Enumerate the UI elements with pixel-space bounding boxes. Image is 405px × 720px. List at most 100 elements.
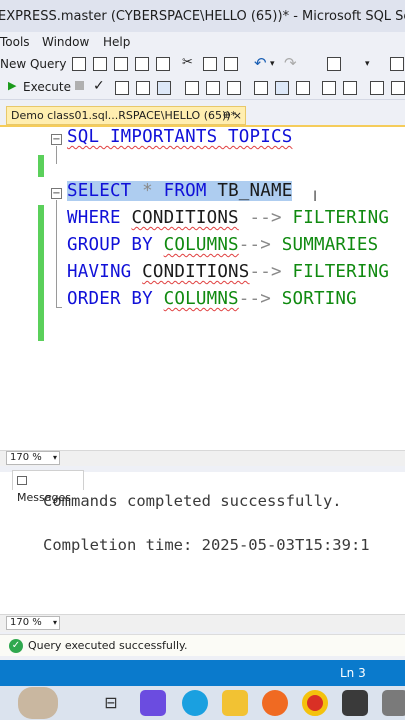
results-zoom-select[interactable]: 170 % ▾ [6,616,60,630]
arrow-text: --> [238,289,282,309]
collapse-icon[interactable]: − [51,134,62,145]
decrease-indent-icon[interactable] [370,81,384,95]
new-query-button[interactable]: New Query [0,57,66,71]
note-sorting: SORTING [281,289,357,309]
tab-messages-label: Messages [17,491,71,504]
messages-icon [17,475,27,485]
message-line-1: Commands completed successfully. [43,492,342,510]
dmx-query-icon[interactable] [114,57,128,71]
outline-line [56,200,57,308]
menu-window[interactable]: Window [42,35,89,49]
keyword-select: SELECT [67,181,132,201]
text-cursor-icon: I [313,189,318,205]
menu-help[interactable]: Help [103,35,130,49]
query-status-bar: ✓ Query executed successfully. [0,634,405,656]
chrome-icon[interactable] [302,690,328,716]
ssms-app-icon[interactable] [342,690,368,716]
solution-explorer-icon[interactable] [327,57,341,71]
increase-indent-icon[interactable] [391,81,405,95]
arrow-text: --> [249,262,293,282]
note-filtering: FILTERING [292,208,390,228]
execute-button[interactable]: Execute [23,80,71,94]
menu-tools[interactable]: Tools [0,35,30,49]
parse-icon[interactable]: ✓ [93,78,105,94]
chevron-down-icon: ▾ [52,618,57,627]
firefox-icon[interactable] [262,690,288,716]
line-indicator: Ln 3 [340,666,366,680]
cut-icon[interactable]: ✂ [182,55,196,70]
code-line-select: SELECT * FROM TB_NAME [67,181,293,201]
collapse-icon[interactable]: − [51,188,62,199]
paste-icon[interactable] [224,57,238,71]
chevron-down-icon: ▾ [52,453,57,462]
xmla-query-icon[interactable] [135,57,149,71]
task-view-icon[interactable]: ⊟ [98,690,124,716]
file-explorer-icon[interactable] [222,690,248,716]
uncomment-icon[interactable] [343,81,357,95]
dax-query-icon[interactable] [156,57,170,71]
intellisense-icon[interactable] [157,81,171,95]
editor-horizontal-scrollbar[interactable]: 170 % ▾ [0,450,405,466]
code-line-having: HAVING CONDITIONS--> FILTERING [67,262,389,282]
menu-bar: Tools Window Help [0,32,405,54]
copy-icon[interactable] [203,57,217,71]
search-box-icon[interactable] [390,57,404,71]
edge-icon[interactable] [182,690,208,716]
main-status-bar: Ln 3 [0,660,405,686]
operator-star: * [131,181,164,201]
tab-title: Demo class01.sql...RSPACE\HELLO (65))* [11,109,237,122]
query-editor[interactable]: − − SQL IMPORTANTS TOPICS SELECT * FROM … [0,125,405,452]
execute-icon[interactable]: ▶ [8,79,16,92]
outline-end [56,307,62,308]
tab-messages[interactable]: Messages [12,470,84,504]
message-line-2: Completion time: 2025-05-03T15:39:1 [43,536,370,554]
find-dropdown-icon[interactable]: ▾ [365,59,379,73]
editor-zoom-value: 170 % [10,452,42,463]
keyword-having: HAVING [67,262,132,282]
comment-icon[interactable] [322,81,336,95]
note-summaries: SUMMARIES [281,235,379,255]
undo-icon[interactable]: ↶ [254,54,268,72]
code-line-where: WHERE CONDITIONS --> FILTERING [67,208,389,228]
live-stats-icon[interactable] [206,81,220,95]
koala-widget-icon[interactable] [18,687,58,719]
success-check-icon: ✓ [9,639,23,653]
results-grid-icon[interactable] [275,81,289,95]
query-options-icon[interactable] [136,81,150,95]
app-icon[interactable] [382,690,405,716]
table-name: TB_NAME [206,181,293,201]
database-query-icon[interactable] [72,57,86,71]
undo-dropdown-icon[interactable]: ▾ [270,59,284,73]
results-file-icon[interactable] [296,81,310,95]
close-icon[interactable]: × [233,107,242,124]
arrow-text: --> [238,208,293,228]
change-marker [38,155,44,177]
note-filtering: FILTERING [292,262,390,282]
results-zoom-value: 170 % [10,617,42,628]
client-stats-icon[interactable] [227,81,241,95]
code-line-order-by: ORDER BY COLUMNS--> SORTING [67,289,357,309]
pin-icon[interactable]: ⊕ [223,107,231,124]
redo-icon[interactable]: ↷ [284,54,298,72]
sql-editor-toolbar: ▶ Execute ✓ [0,76,405,100]
arrow-text: --> [238,235,282,255]
editor-gutter [0,127,40,452]
identifier-conditions: CONDITIONS [142,262,250,282]
change-marker [38,205,44,341]
editor-zoom-select[interactable]: 170 % ▾ [6,451,60,465]
tab-query-document[interactable]: Demo class01.sql...RSPACE\HELLO (65))* ⊕… [6,106,246,125]
keyword-order-by: ORDER BY [67,289,153,309]
taskbar: ⊟ [0,686,405,720]
identifier-columns: COLUMNS [163,289,239,309]
mdx-query-icon[interactable] [93,57,107,71]
results-text-icon[interactable] [254,81,268,95]
stop-icon[interactable] [75,81,84,90]
keyword-group-by: GROUP BY [67,235,153,255]
identifier-columns: COLUMNS [163,235,239,255]
display-plan-icon[interactable] [115,81,129,95]
window-title-bar: EXPRESS.master (CYBERSPACE\HELLO (65))* … [0,0,405,32]
actual-plan-icon[interactable] [185,81,199,95]
results-horizontal-scrollbar[interactable]: 170 % ▾ [0,614,405,632]
standard-toolbar: New Query ✂ ↶ ▾ ↷ ▾ [0,54,405,76]
copilot-icon[interactable] [140,690,166,716]
